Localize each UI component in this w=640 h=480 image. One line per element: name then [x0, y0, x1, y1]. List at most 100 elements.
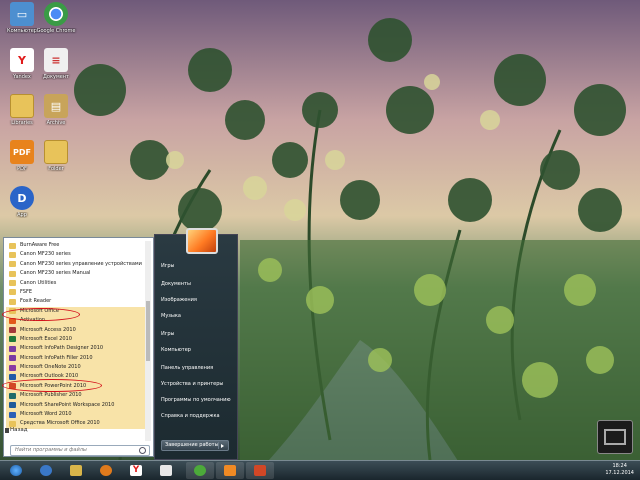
- desktop-gadget[interactable]: [597, 420, 633, 454]
- program-item[interactable]: Microsoft InfoPath Designer 2010: [6, 344, 146, 354]
- program-list-scrollbar[interactable]: [145, 241, 151, 441]
- word-icon: [9, 411, 16, 418]
- program-label: FSFE: [20, 288, 32, 295]
- desktop-icon-document[interactable]: ≡ Документ: [34, 48, 78, 90]
- program-label: Средства Microsoft Office 2010: [20, 420, 100, 427]
- program-item[interactable]: Microsoft PowerPoint 2010: [6, 381, 146, 392]
- taskbar-powerpoint[interactable]: [246, 462, 274, 479]
- program-item[interactable]: Canon MF230 series Manual: [6, 269, 146, 278]
- program-label: Microsoft SharePoint Workspace 2010: [20, 401, 115, 408]
- clock-date: 17.12.2014: [605, 470, 634, 476]
- program-label: BurnAware Free: [20, 242, 60, 248]
- start-menu-programs-pane: BurnAware Free Canon MF230 series Canon MF…: [2, 237, 154, 457]
- program-item[interactable]: Activation: [6, 316, 146, 326]
- program-label: Microsoft Word 2010: [20, 411, 72, 418]
- program-label: Microsoft Office: [20, 307, 59, 314]
- taskbar-app[interactable]: [216, 462, 244, 479]
- search-icon[interactable]: [139, 447, 146, 454]
- shutdown-label: Завершение работы: [165, 442, 219, 448]
- taskbar-torrent[interactable]: [186, 462, 214, 479]
- program-label: Microsoft OneNote 2010: [20, 364, 81, 371]
- pdf-icon: PDF: [10, 140, 34, 164]
- powerpoint-icon: [254, 465, 266, 476]
- powerpoint-icon: [9, 383, 16, 390]
- program-label: Microsoft PowerPoint 2010: [20, 382, 87, 389]
- link-music[interactable]: Музыка: [161, 313, 181, 319]
- program-label: Canon MF230 series: [20, 251, 71, 258]
- excel-icon: [9, 336, 16, 343]
- taskbar-explorer[interactable]: [62, 462, 90, 479]
- onenote-icon: [9, 364, 16, 371]
- program-item[interactable]: Microsoft SharePoint Workspace 2010: [6, 400, 146, 411]
- program-label: Activation: [20, 317, 46, 324]
- link-devices-printers[interactable]: Устройства и принтеры: [161, 381, 223, 387]
- search-input[interactable]: [11, 446, 133, 454]
- folder-icon: [9, 280, 16, 287]
- program-item[interactable]: FSFE: [6, 288, 146, 297]
- link-games-2[interactable]: Игры: [161, 331, 175, 337]
- folder-icon: [9, 242, 16, 249]
- program-item[interactable]: Microsoft Office: [6, 306, 146, 317]
- program-item[interactable]: Microsoft Word 2010: [6, 410, 146, 420]
- program-label: Microsoft Publisher 2010: [20, 392, 82, 399]
- program-item[interactable]: BurnAware Free: [6, 241, 146, 250]
- start-button[interactable]: [2, 462, 30, 479]
- link-default-programs[interactable]: Программы по умолчанию: [161, 397, 231, 403]
- link-games[interactable]: Игры: [161, 263, 175, 269]
- link-pictures[interactable]: Изображения: [161, 297, 197, 303]
- taskbar-media-player[interactable]: [92, 462, 120, 479]
- folder-icon: [44, 140, 68, 164]
- link-computer[interactable]: Компьютер: [161, 347, 191, 353]
- archive-icon: ▤: [44, 94, 68, 118]
- program-item[interactable]: Foxit Reader: [6, 297, 146, 306]
- program-item[interactable]: Canon MF230 series управление устройства…: [6, 260, 146, 269]
- tray-clock[interactable]: 18:24 17.12.2014: [605, 463, 634, 477]
- user-account-picture[interactable]: [186, 228, 218, 254]
- folder-icon: [9, 308, 16, 315]
- link-help-support[interactable]: Справка и поддержка: [161, 413, 220, 419]
- back-button[interactable]: Назад: [10, 427, 28, 433]
- taskbar-yandex[interactable]: Y: [122, 462, 150, 479]
- start-search-box[interactable]: [10, 445, 150, 456]
- back-arrow-icon: [5, 428, 9, 433]
- program-item[interactable]: Microsoft Access 2010: [6, 325, 146, 335]
- program-label: Microsoft Excel 2010: [20, 335, 72, 342]
- monitor-icon: [604, 429, 626, 445]
- shutdown-options-arrow-icon[interactable]: [218, 442, 227, 449]
- program-label: Canon MF230 series Manual: [20, 270, 91, 277]
- link-control-panel[interactable]: Панель управления: [161, 365, 213, 371]
- yandex-icon: Y: [130, 465, 142, 476]
- folder-icon: [9, 251, 16, 258]
- program-item[interactable]: Canon Utilities: [6, 279, 146, 288]
- taskbar-documents[interactable]: [152, 462, 180, 479]
- document-icon: ≡: [44, 48, 68, 72]
- desktop-icon-archive[interactable]: ▤ Archive: [34, 94, 78, 136]
- ie-icon: [40, 465, 52, 476]
- shutdown-button[interactable]: Завершение работы: [161, 440, 229, 451]
- link-documents[interactable]: Документы: [161, 281, 191, 287]
- desktop-icon-chrome[interactable]: Google Chrome: [34, 2, 78, 44]
- start-menu: BurnAware Free Canon MF230 series Canon MF…: [0, 234, 238, 460]
- program-label: Microsoft InfoPath Filler 2010: [20, 354, 93, 361]
- program-list: BurnAware Free Canon MF230 series Canon MF…: [6, 241, 146, 429]
- explorer-icon: [70, 465, 82, 476]
- taskbar: Y 18:24 17.12.2014: [0, 460, 640, 480]
- folder-icon: [9, 298, 16, 305]
- program-item[interactable]: Microsoft Outlook 2010: [6, 372, 146, 382]
- sharepoint-icon: [9, 402, 16, 409]
- yandex-icon: Y: [10, 48, 34, 72]
- program-item[interactable]: Microsoft Excel 2010: [6, 334, 146, 345]
- office-icon: [9, 317, 16, 324]
- program-item[interactable]: Microsoft OneNote 2010: [6, 363, 146, 373]
- program-label: Canon MF230 series управление устройства…: [20, 260, 142, 267]
- clock-time: 18:24: [612, 463, 627, 469]
- program-item[interactable]: Microsoft Publisher 2010: [6, 391, 146, 401]
- windows-logo-icon: [10, 465, 22, 476]
- desktop-icon-app[interactable]: D App: [0, 186, 44, 228]
- program-item[interactable]: Canon MF230 series: [6, 250, 146, 259]
- taskbar-ie[interactable]: [32, 462, 60, 479]
- program-item[interactable]: Microsoft InfoPath Filler 2010: [6, 353, 146, 364]
- program-label: Microsoft Outlook 2010: [20, 373, 79, 380]
- desktop-icon-folder-2[interactable]: Folder: [34, 140, 78, 182]
- scrollbar-thumb[interactable]: [146, 301, 150, 361]
